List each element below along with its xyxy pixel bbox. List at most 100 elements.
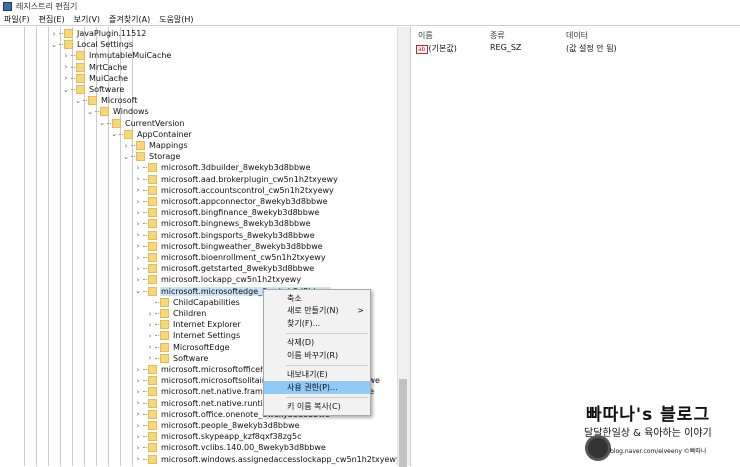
tree-node[interactable]: ›MrtCache <box>62 62 128 73</box>
context-menu-item[interactable]: 내보내기(E) <box>264 369 370 382</box>
tree-node[interactable]: ›Internet Explorer <box>146 319 242 330</box>
tree-node[interactable]: ›microsoft.3dbuilder_8wekyb3d8bbwe <box>134 162 311 173</box>
chevron-right-icon[interactable]: › <box>134 276 142 284</box>
tree-node[interactable]: ›microsoft.bingnews_8wekyb3d8bbwe <box>134 218 312 229</box>
tree-connector <box>143 369 147 370</box>
chevron-right-icon[interactable]: › <box>134 377 142 385</box>
chevron-down-icon[interactable]: ⌄ <box>122 153 130 161</box>
tree-node[interactable]: ChildCapabilities <box>146 297 241 308</box>
menu-item[interactable]: 도움말(H) <box>159 14 193 25</box>
tree-node[interactable]: ›microsoft.bioenrollment_cw5n1h2txyewy <box>134 252 327 263</box>
tree-node[interactable]: ›microsoft.vclibs.140.00_8wekyb3d8bbwe <box>134 442 327 453</box>
pane-splitter[interactable] <box>408 27 411 466</box>
context-menu-item[interactable]: 새로 만들기(N)> <box>264 305 370 318</box>
chevron-right-icon[interactable]: › <box>146 343 154 351</box>
chevron-right-icon[interactable]: › <box>62 74 70 82</box>
menu-separator <box>286 365 368 366</box>
tree-node[interactable]: ›MuiCache <box>62 73 129 84</box>
context-menu-item[interactable]: 사용 권한(P)... <box>264 381 370 394</box>
chevron-right-icon[interactable]: › <box>134 198 142 206</box>
chevron-right-icon[interactable]: › <box>134 455 142 463</box>
tree-node[interactable]: ›Internet Settings <box>146 330 241 341</box>
menu-bar: 파일(F) 편집(E) 보기(V) 즐겨찾기(A) 도움말(H) <box>0 13 740 26</box>
context-menu-item[interactable]: 축소 <box>264 292 370 305</box>
context-menu-item[interactable]: 찾기(F)... <box>264 317 370 330</box>
tree-node[interactable]: ›microsoft.windows.assignedaccesslockapp… <box>134 454 397 465</box>
context-menu-item[interactable]: 삭제(D) <box>264 337 370 350</box>
chevron-right-icon[interactable]: › <box>134 433 142 441</box>
chevron-right-icon[interactable]: › <box>50 30 58 38</box>
menu-item[interactable]: 파일(F) <box>4 14 30 25</box>
tree-node-label: microsoft.bingsports_8wekyb3d8bbwe <box>160 231 316 240</box>
tree-scrollbar[interactable] <box>397 27 408 466</box>
tree-node[interactable]: ›Software <box>146 353 209 364</box>
chevron-down-icon[interactable]: ⌄ <box>50 41 58 49</box>
context-menu-item[interactable]: 이름 바꾸기(R) <box>264 349 370 362</box>
chevron-right-icon[interactable]: › <box>134 175 142 183</box>
chevron-right-icon[interactable]: › <box>134 209 142 217</box>
chevron-right-icon[interactable]: › <box>122 142 130 150</box>
chevron-right-icon[interactable]: › <box>134 410 142 418</box>
chevron-down-icon[interactable]: ⌄ <box>62 86 70 94</box>
menu-item[interactable]: 편집(E) <box>39 14 65 25</box>
chevron-right-icon[interactable]: › <box>134 242 142 250</box>
chevron-right-icon[interactable]: › <box>146 354 154 362</box>
chevron-right-icon[interactable]: › <box>62 63 70 71</box>
chevron-right-icon[interactable]: › <box>62 52 70 60</box>
tree-node[interactable]: ›Mappings <box>122 140 189 151</box>
folder-icon <box>148 242 157 251</box>
chevron-right-icon[interactable]: › <box>134 444 142 452</box>
tree-node[interactable]: ›MicrosoftEdge <box>146 342 231 353</box>
tree-node[interactable]: › microsoft.people_8wekyb3d8bbwe <box>134 420 301 431</box>
chevron-right-icon[interactable]: › <box>134 422 142 430</box>
chevron-right-icon[interactable]: › <box>146 332 154 340</box>
column-header-name[interactable]: 이름 <box>418 30 433 41</box>
tree-node[interactable]: ›microsoft.bingweather_8wekyb3d8bbwe <box>134 241 324 252</box>
tree-node[interactable]: ⌄Microsoft <box>74 95 138 106</box>
tree-node[interactable]: ›microsoft.skypeapp_kzf8qxf38zg5c <box>134 431 302 442</box>
chevron-right-icon[interactable]: › <box>134 399 142 407</box>
tree-node[interactable]: › microsoft.bingsports_8wekyb3d8bbwe <box>134 230 316 241</box>
menu-item[interactable]: 보기(V) <box>74 14 100 25</box>
tree-node[interactable]: ›Children <box>146 308 207 319</box>
tree-node[interactable]: ›microsoft.lockapp_cw5n1h2txyewy <box>134 274 302 285</box>
tree-node[interactable]: ›microsoft.accountscontrol_cw5n1h2txyewy <box>134 185 335 196</box>
chevron-right-icon[interactable]: › <box>134 265 142 273</box>
chevron-right-icon[interactable]: › <box>134 220 142 228</box>
tree-node[interactable]: ›microsoft.getstarted_8wekyb3d8bbwe <box>134 263 315 274</box>
tree-node[interactable]: ›ImmutableMuiCache <box>62 50 172 61</box>
menu-separator <box>286 333 368 334</box>
column-header-type[interactable]: 종류 <box>490 30 505 41</box>
tree-node[interactable]: ⌄Software <box>62 84 125 95</box>
chevron-right-icon[interactable]: › <box>146 310 154 318</box>
tree-node[interactable]: ⌄Windows <box>86 106 150 117</box>
tree-node[interactable]: ⌄CurrentVersion <box>98 118 185 129</box>
column-header-data[interactable]: 데이터 <box>566 30 588 41</box>
tree-node[interactable]: ›microsoft.bingfinance_8wekyb3d8bbwe <box>134 207 320 218</box>
chevron-right-icon[interactable]: › <box>134 388 142 396</box>
chevron-right-icon[interactable]: › <box>134 164 142 172</box>
tree-node-label: microsoft.people_8wekyb3d8bbwe <box>160 421 301 430</box>
tree-node[interactable]: ›JavaPlugin.11512 <box>50 28 147 39</box>
tree-node-label: Storage <box>148 152 181 161</box>
chevron-down-icon[interactable]: ⌄ <box>134 287 142 295</box>
value-name[interactable]: ab(기본값) <box>416 43 457 54</box>
context-menu-item[interactable]: 키 이름 복사(C) <box>264 401 370 414</box>
chevron-right-icon[interactable]: › <box>146 321 154 329</box>
chevron-down-icon[interactable]: ⌄ <box>98 119 106 127</box>
chevron-down-icon[interactable]: ⌄ <box>110 130 118 138</box>
chevron-down-icon[interactable]: ⌄ <box>86 108 94 116</box>
chevron-down-icon[interactable]: ⌄ <box>74 97 82 105</box>
scrollbar-thumb[interactable] <box>399 379 407 467</box>
chevron-right-icon[interactable]: › <box>134 186 142 194</box>
tree-node[interactable]: ›microsoft.aad.brokerplugin_cw5n1h2txyew… <box>134 174 339 185</box>
menu-item[interactable]: 즐겨찾기(A) <box>109 14 150 25</box>
tree-node[interactable]: ⌄AppContainer <box>110 129 193 140</box>
chevron-right-icon[interactable]: › <box>134 366 142 374</box>
chevron-right-icon[interactable]: › <box>134 231 142 239</box>
tree-node[interactable]: ⌄Local Settings <box>50 39 134 50</box>
tree-connector <box>59 33 63 34</box>
tree-node[interactable]: ›microsoft.appconnector_8wekyb3d8bbwe <box>134 196 329 207</box>
chevron-right-icon[interactable]: › <box>134 254 142 262</box>
tree-node[interactable]: ⌄ Storage <box>122 151 181 162</box>
